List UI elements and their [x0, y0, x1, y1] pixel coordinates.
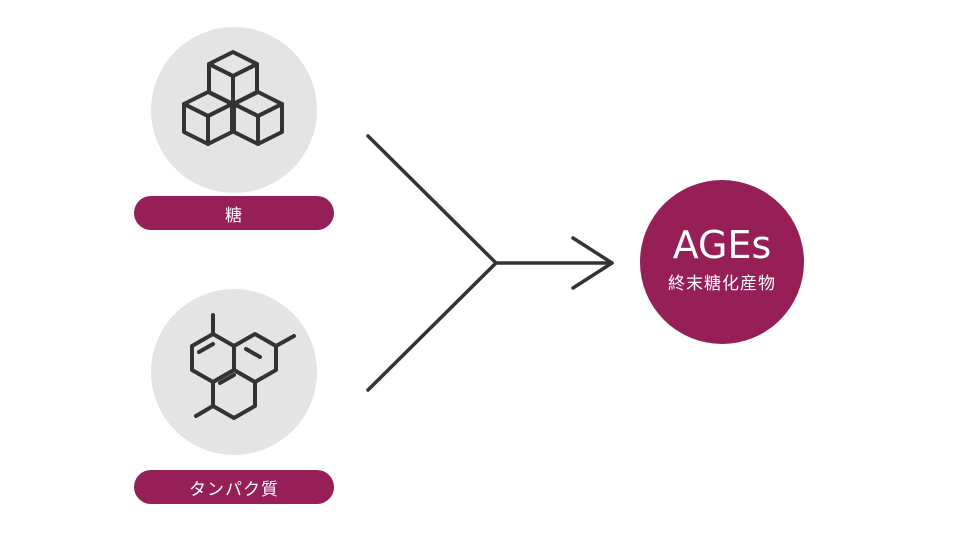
ages-diagram: 糖 タンパク質 AGEs 終末糖化産物 — [0, 0, 960, 534]
result-subtitle: 終末糖化産物 — [668, 274, 776, 294]
sugar-arrow-line — [366, 134, 498, 265]
result-title: AGEs — [672, 223, 772, 267]
merge-arrow — [366, 134, 614, 392]
ages-result-circle: AGEs 終末糖化産物 — [640, 180, 804, 344]
protein-arrow-line — [366, 261, 498, 392]
